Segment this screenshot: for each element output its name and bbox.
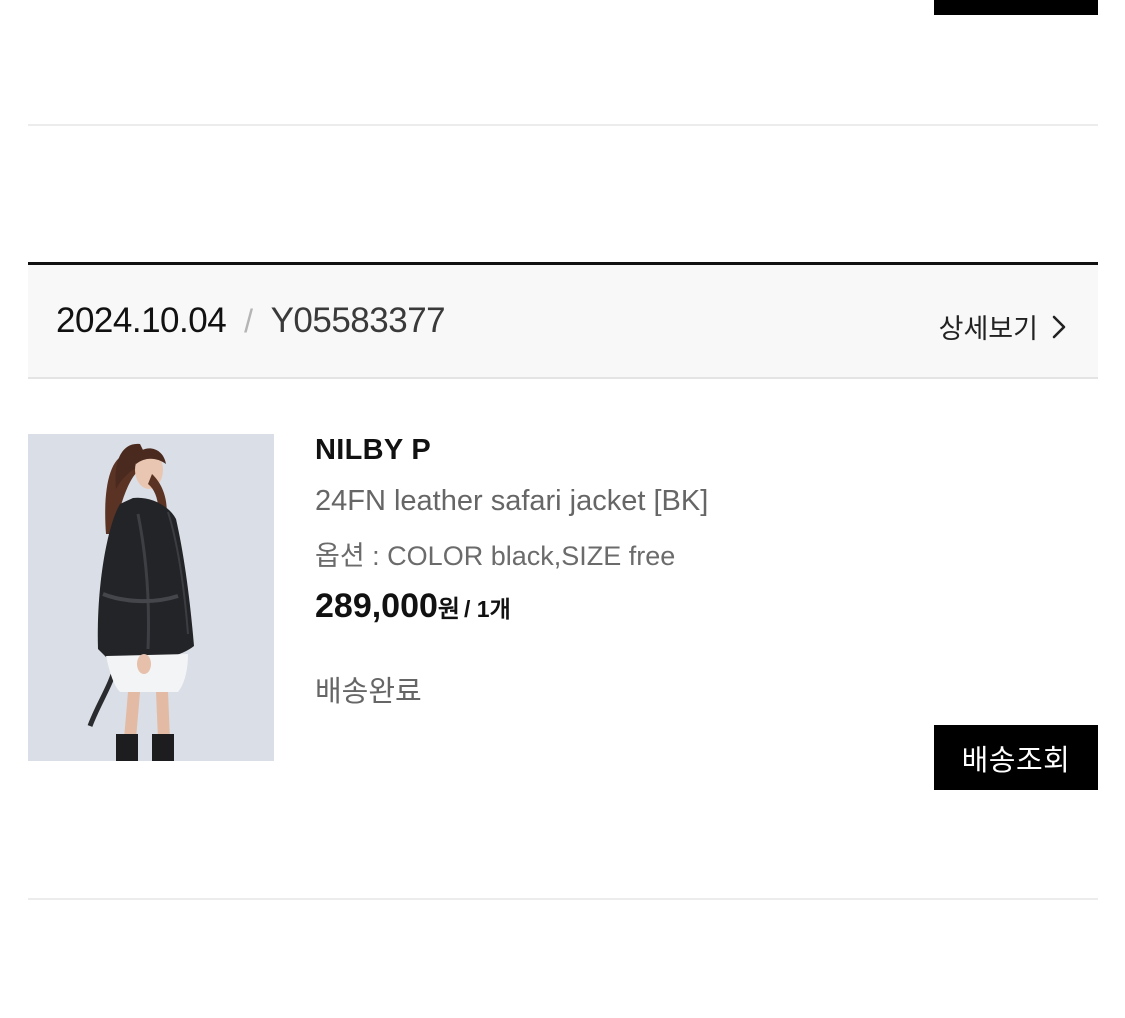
delivery-status: 배송완료 — [315, 676, 422, 708]
product-quantity: / 1개 — [464, 596, 511, 622]
product-price: 289,000 — [315, 587, 438, 625]
order-separator: / — [244, 302, 253, 339]
chevron-right-icon — [1052, 315, 1066, 338]
track-delivery-button[interactable]: 배송조회 — [934, 725, 1098, 790]
previous-order-action-button[interactable] — [934, 0, 1098, 15]
price-unit: 원 — [437, 596, 460, 623]
order-number: Y05583377 — [270, 301, 446, 340]
product-info: NILBY P 24FN leather safari jacket [BK] … — [315, 434, 708, 710]
product-option: 옵션 : COLOR black,SIZE free — [315, 541, 676, 571]
section-divider — [28, 124, 1098, 126]
order-header: 2024.10.04 / Y05583377 상세보기 — [28, 262, 1098, 379]
section-divider — [28, 898, 1098, 900]
product-thumbnail[interactable] — [28, 434, 274, 761]
price-row: 289,000 원 / 1개 — [315, 587, 708, 626]
product-name[interactable]: 24FN leather safari jacket [BK] — [315, 485, 708, 518]
order-date: 2024.10.04 — [56, 301, 227, 340]
order-detail-label: 상세보기 — [938, 314, 1038, 344]
product-photo — [28, 434, 274, 761]
order-detail-link[interactable]: 상세보기 — [939, 307, 1070, 346]
order-identifier: 2024.10.04 / Y05583377 — [56, 301, 446, 341]
order-history-page: 2024.10.04 / Y05583377 상세보기 NILBY P 24FN… — [0, 0, 1125, 1018]
product-brand[interactable]: NILBY P — [315, 434, 708, 467]
